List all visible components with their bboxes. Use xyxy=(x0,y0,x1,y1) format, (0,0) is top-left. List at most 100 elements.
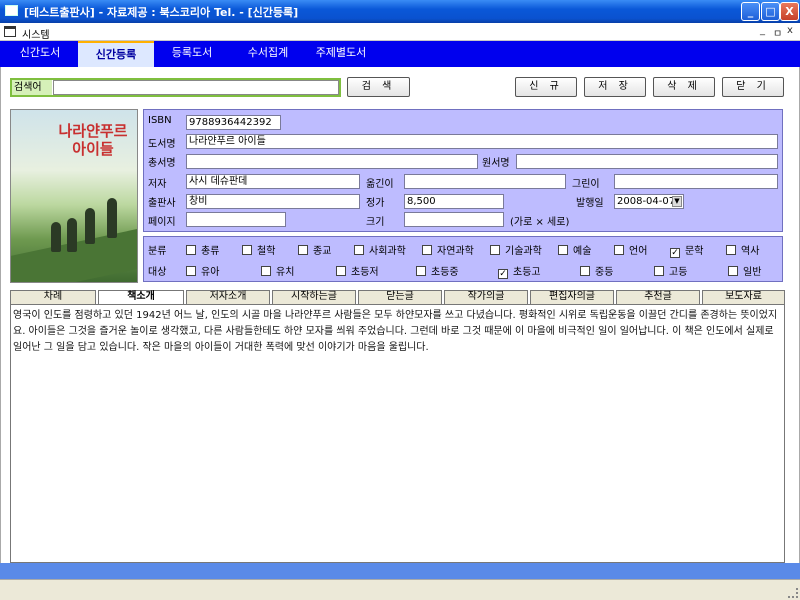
description-textarea[interactable]: 영국이 인도를 점령하고 있던 1942년 어느 날, 인도의 시골 마을 나라… xyxy=(10,304,785,563)
minimize-button[interactable]: _ xyxy=(741,2,760,21)
mdi-minimize-button[interactable]: _ xyxy=(760,25,765,36)
audience-checkbox[interactable]: 초등중 xyxy=(416,263,459,278)
chevron-down-icon[interactable]: ▼ xyxy=(672,196,682,207)
checkbox-box[interactable] xyxy=(186,245,196,255)
category-checkbox[interactable]: 철학 xyxy=(242,242,275,257)
subtab-book-intro[interactable]: 책소개 xyxy=(98,290,184,304)
category-checkbox[interactable]: 예술 xyxy=(558,242,591,257)
checkbox-box[interactable] xyxy=(261,266,271,276)
checkbox-box[interactable] xyxy=(614,245,624,255)
audience-checkbox[interactable]: 고등 xyxy=(654,263,687,278)
search-input[interactable] xyxy=(53,80,339,95)
checkbox-box[interactable] xyxy=(558,245,568,255)
cover-figure xyxy=(85,208,95,244)
checkbox-box[interactable] xyxy=(242,245,252,255)
checkbox-checked-icon[interactable]: ✓ xyxy=(498,269,508,279)
category-checkbox[interactable]: 종교 xyxy=(298,242,331,257)
status-bar xyxy=(0,563,800,579)
audience-checkbox[interactable]: 유치 xyxy=(261,263,294,278)
checkbox-label: 사회과학 xyxy=(369,246,406,257)
series-field[interactable] xyxy=(186,154,478,169)
subtab-recommendation[interactable]: 추천글 xyxy=(616,290,700,304)
main-tabs: 신간도서 신간등록 등록도서 수서집계 주제별도서 xyxy=(0,41,800,67)
subtab-author-note[interactable]: 작가의글 xyxy=(444,290,528,304)
audience-checkbox-upper-elementary[interactable]: ✓ 초등고 xyxy=(498,263,541,279)
category-checkbox[interactable]: 자연과학 xyxy=(422,242,474,257)
tab-acquisition-stats[interactable]: 수서집계 xyxy=(230,41,306,67)
checkbox-label: 종교 xyxy=(313,246,332,257)
checkbox-checked-icon[interactable]: ✓ xyxy=(670,248,680,258)
checkbox-box[interactable] xyxy=(422,245,432,255)
resize-grip-icon[interactable] xyxy=(788,588,798,598)
checkbox-box[interactable] xyxy=(728,266,738,276)
checkbox-box[interactable] xyxy=(490,245,500,255)
checkbox-box[interactable] xyxy=(298,245,308,255)
checkbox-label: 문학 xyxy=(685,246,704,257)
pubdate-picker[interactable]: 2008-04-07 ▼ xyxy=(614,194,684,209)
audience-checkbox[interactable]: 일반 xyxy=(728,263,761,278)
detail-tabs: 차례 책소개 저자소개 시작하는글 닫는글 작가의글 편집자의글 추천글 보도자… xyxy=(10,290,785,304)
tab-new-registration[interactable]: 신간등록 xyxy=(78,41,154,67)
subtab-afterword[interactable]: 닫는글 xyxy=(358,290,442,304)
title-label: 도서명 xyxy=(148,139,176,150)
price-field[interactable]: 8,500 xyxy=(404,194,504,209)
audience-checkbox[interactable]: 초등저 xyxy=(336,263,379,278)
category-checkbox[interactable]: 총류 xyxy=(186,242,219,257)
original-title-field[interactable] xyxy=(516,154,778,169)
mdi-restore-button[interactable]: ㅁ xyxy=(773,25,782,40)
subtab-editor-note[interactable]: 편집자의글 xyxy=(530,290,614,304)
subtab-contents[interactable]: 차례 xyxy=(10,290,96,304)
isbn-field[interactable]: 9788936442392 xyxy=(186,115,281,130)
new-button[interactable]: 신 규 xyxy=(515,77,577,97)
menu-system[interactable]: 시스템 xyxy=(22,26,50,41)
pages-label: 페이지 xyxy=(148,217,176,228)
category-checkbox[interactable]: 기술과학 xyxy=(490,242,542,257)
checkbox-label: 중등 xyxy=(595,267,614,278)
checkbox-box[interactable] xyxy=(416,266,426,276)
title-field[interactable]: 나라얀푸르 아이들 xyxy=(186,134,778,149)
save-button[interactable]: 저 장 xyxy=(584,77,646,97)
tab-registered-books[interactable]: 등록도서 xyxy=(154,41,230,67)
original-title-label: 원서명 xyxy=(482,158,510,169)
category-checkbox[interactable]: 역사 xyxy=(726,242,759,257)
mdi-close-button[interactable]: x xyxy=(787,25,793,36)
tab-new-books[interactable]: 신간도서 xyxy=(2,41,78,67)
checkbox-label: 고등 xyxy=(669,267,688,278)
delete-button[interactable]: 삭 제 xyxy=(653,77,715,97)
pages-field[interactable] xyxy=(186,212,286,227)
checkbox-label: 기술과학 xyxy=(505,246,542,257)
audience-checkbox[interactable]: 중등 xyxy=(580,263,613,278)
checkbox-label: 초등고 xyxy=(513,267,541,278)
close-window-button[interactable]: X xyxy=(780,2,799,21)
category-checkbox[interactable]: 언어 xyxy=(614,242,647,257)
checkbox-box[interactable] xyxy=(580,266,590,276)
bottom-bar xyxy=(0,579,800,600)
restore-button[interactable]: □ xyxy=(761,2,780,21)
translator-field[interactable] xyxy=(404,174,566,189)
checkbox-box[interactable] xyxy=(654,266,664,276)
category-label: 분류 xyxy=(148,246,167,257)
size-field[interactable] xyxy=(404,212,504,227)
publisher-field[interactable]: 창비 xyxy=(186,194,360,209)
illustrator-field[interactable] xyxy=(614,174,778,189)
subtab-author-intro[interactable]: 저자소개 xyxy=(186,290,270,304)
category-checkbox-literature[interactable]: ✓ 문학 xyxy=(670,242,703,258)
audience-checkbox[interactable]: 유아 xyxy=(186,263,219,278)
app-icon xyxy=(5,5,18,16)
category-checkbox[interactable]: 사회과학 xyxy=(354,242,406,257)
cover-title: 나라얀푸르 아이들 xyxy=(58,122,128,158)
checkbox-box[interactable] xyxy=(336,266,346,276)
checkbox-box[interactable] xyxy=(354,245,364,255)
tab-subject-books[interactable]: 주제별도서 xyxy=(303,41,379,67)
price-label: 정가 xyxy=(366,198,385,209)
author-field[interactable]: 사시 데슈판데 xyxy=(186,174,360,189)
checkbox-box[interactable] xyxy=(186,266,196,276)
checkbox-label: 언어 xyxy=(629,246,648,257)
checkbox-label: 철학 xyxy=(257,246,276,257)
checkbox-label: 초등중 xyxy=(431,267,459,278)
close-button[interactable]: 닫 기 xyxy=(722,77,784,97)
checkbox-box[interactable] xyxy=(726,245,736,255)
search-button[interactable]: 검 색 xyxy=(347,77,410,97)
subtab-preface[interactable]: 시작하는글 xyxy=(272,290,356,304)
subtab-press-release[interactable]: 보도자료 xyxy=(702,290,785,304)
